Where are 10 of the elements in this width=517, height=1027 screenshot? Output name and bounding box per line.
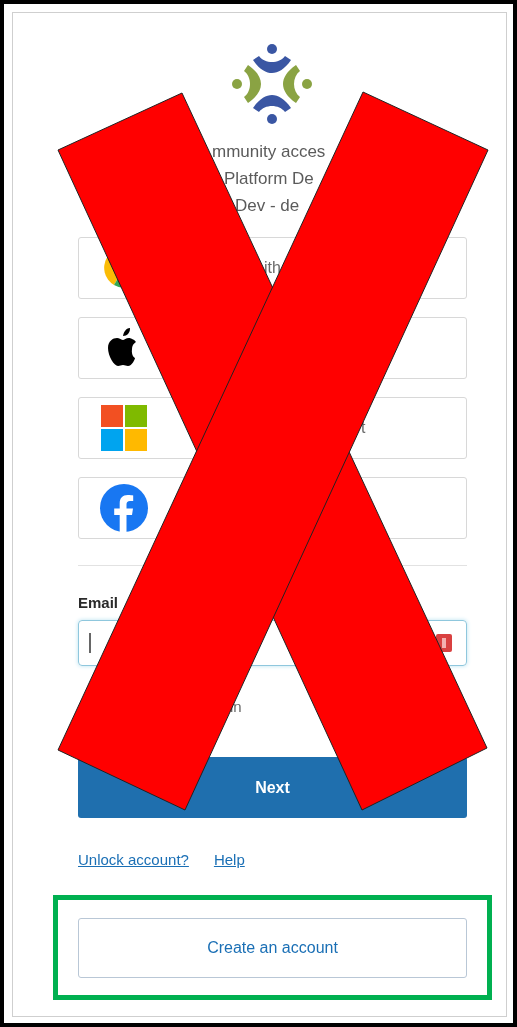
people-circle-logo-icon (232, 44, 312, 124)
create-account-button[interactable]: Create an account (78, 917, 467, 978)
link[interactable]: Unlock account? (78, 851, 189, 868)
four-squares-logo-icon (99, 403, 149, 453)
heading-text: mmunity acces (212, 141, 326, 163)
facebook-logo-icon (99, 483, 149, 533)
heading-text: Platform De (224, 168, 314, 190)
link[interactable]: Help (213, 851, 245, 868)
heading-text: Dev - de (235, 195, 300, 217)
email-label: Email (78, 594, 119, 611)
